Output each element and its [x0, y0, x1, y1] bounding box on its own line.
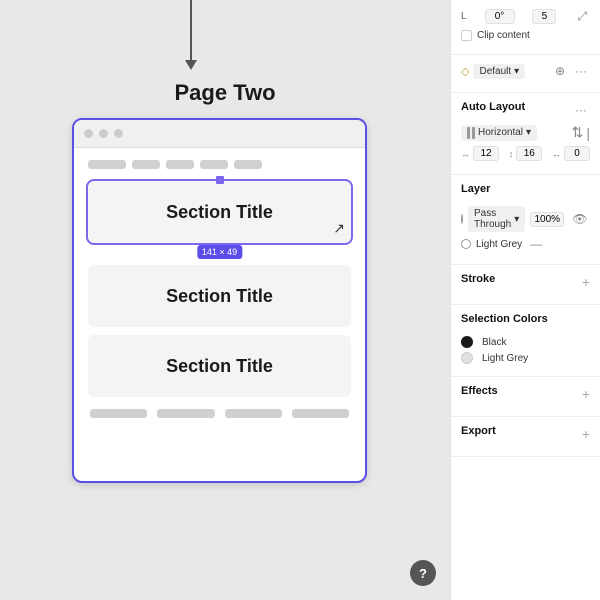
gap-extra-input[interactable] [564, 146, 590, 161]
layer-fill-label: Light Grey [476, 239, 522, 250]
layer-title: Layer [461, 183, 490, 195]
layer-opacity-input[interactable] [530, 212, 564, 227]
more-options-icon[interactable]: ··· [572, 63, 590, 79]
autolayout-more-icon[interactable]: ··· [572, 102, 590, 118]
dropdown-chevron: ▾ [514, 66, 519, 77]
section-title-2: Section Title [166, 286, 273, 307]
placeholder-block-3 [166, 160, 194, 169]
placeholder-block-1 [88, 160, 126, 169]
section-card-1[interactable]: Section Title 141 × 49 ↗ [88, 181, 351, 243]
layer-remove-icon[interactable]: — [527, 236, 545, 252]
gap-v-icon: ↕ [509, 149, 514, 159]
panel-layer-section: Layer Pass Through ▾ 👁 Light Grey — [451, 175, 600, 265]
browser-dot-3 [114, 129, 123, 138]
selection-colors-title: Selection Colors [461, 313, 548, 325]
arrow-connector [185, 0, 197, 70]
panel-default-section: ◇ Default ▾ ⊕ ··· [451, 55, 600, 93]
gap-h-icon: ↔ [461, 149, 470, 159]
dimension-badge: 141 × 49 [197, 245, 242, 259]
help-button[interactable]: ? [410, 560, 436, 586]
page-title: Page Two [174, 80, 275, 106]
section-title-3: Section Title [166, 356, 273, 377]
layer-mode-label: Pass Through [474, 208, 511, 230]
section-title-1: Section Title [166, 202, 273, 223]
layer-mode-row: Pass Through ▾ 👁 [461, 206, 590, 232]
placeholder-block-5 [234, 160, 262, 169]
gap-extra-icon: ↔ [552, 149, 561, 159]
rotation-label: L [461, 11, 467, 22]
gap-h-input[interactable] [473, 146, 499, 161]
browser-dot-1 [84, 129, 93, 138]
placeholder-block-2 [132, 160, 160, 169]
layout-direction-dropdown[interactable]: Horizontal ▾ [461, 125, 537, 141]
bottom-placeholder-2 [157, 409, 214, 418]
default-label: Default [479, 66, 511, 77]
gap-v-input[interactable] [516, 146, 542, 161]
right-panel: L ⤢ Clip content ◇ Default ▾ ⊕ ··· [450, 0, 600, 600]
browser-content: Section Title 141 × 49 ↗ Section Title S… [74, 148, 365, 430]
panel-export-section: Export + [451, 417, 600, 457]
bottom-placeholder-3 [225, 409, 282, 418]
panel-stroke-section: Stroke + [451, 265, 600, 305]
layout-chevron: ▾ [526, 127, 531, 138]
section-card-2[interactable]: Section Title [88, 265, 351, 327]
canvas-area: Page Two Section Title 141 × 49 [0, 0, 450, 600]
clip-content-row: Clip content [461, 30, 590, 41]
diamond-icon: ◇ [461, 65, 469, 78]
rotation-input[interactable] [485, 9, 515, 24]
panel-selection-colors-section: Selection Colors Black Light Grey [451, 305, 600, 377]
layer-mode-dropdown[interactable]: Pass Through ▾ [468, 206, 525, 232]
effects-add-icon[interactable]: + [582, 386, 590, 402]
layer-visibility-icon[interactable]: 👁 [569, 211, 590, 227]
wrap-icon[interactable]: ⇅ [572, 124, 584, 141]
selection-handle-top [216, 176, 224, 184]
browser-mockup: Section Title 141 × 49 ↗ Section Title S… [72, 118, 367, 483]
default-dropdown[interactable]: Default ▾ [473, 64, 525, 79]
arrow-head [185, 60, 197, 70]
bottom-placeholder-1 [90, 409, 147, 418]
clip-content-label: Clip content [477, 30, 530, 41]
horizontal-layout-icon [467, 127, 475, 139]
stroke-add-icon[interactable]: + [582, 274, 590, 290]
top-placeholder-row [88, 160, 351, 169]
clip-checkbox[interactable] [461, 30, 472, 41]
bottom-placeholder-row [88, 409, 351, 418]
browser-dot-2 [99, 129, 108, 138]
bottom-placeholder-4 [292, 409, 349, 418]
autolayout-title: Auto Layout [461, 101, 525, 113]
clip-input[interactable] [532, 9, 556, 24]
component-icon[interactable]: ⊕ [552, 63, 568, 79]
expand-icon[interactable]: ⤢ [574, 8, 590, 25]
panel-effects-section: Effects + [451, 377, 600, 417]
stroke-title: Stroke [461, 273, 495, 285]
panel-autolayout-section: Auto Layout ··· Horizontal ▾ ⇅ | ↔ [451, 93, 600, 175]
color-black-label: Black [482, 337, 506, 348]
color-swatch-lightgrey[interactable] [461, 352, 473, 364]
export-title: Export [461, 425, 496, 437]
color-lightgrey-label: Light Grey [482, 353, 528, 364]
effects-title: Effects [461, 385, 498, 397]
color-black-row: Black [461, 336, 590, 348]
placeholder-block-4 [200, 160, 228, 169]
section-card-3[interactable]: Section Title [88, 335, 351, 397]
layout-direction-label: Horizontal [478, 127, 523, 138]
layer-mode-dot [461, 214, 463, 224]
cursor-icon: ↗ [333, 220, 345, 237]
export-add-icon[interactable]: + [582, 426, 590, 442]
browser-chrome-bar [74, 120, 365, 148]
color-lightgrey-row: Light Grey [461, 352, 590, 364]
arrow-line [190, 0, 192, 60]
color-swatch-black[interactable] [461, 336, 473, 348]
panel-rotation-section: L ⤢ Clip content [451, 0, 600, 55]
align-icon[interactable]: | [586, 125, 590, 141]
layer-fill-row: Light Grey — [461, 236, 590, 252]
layer-fill-dot [461, 239, 471, 249]
layer-mode-chevron: ▾ [514, 214, 519, 225]
